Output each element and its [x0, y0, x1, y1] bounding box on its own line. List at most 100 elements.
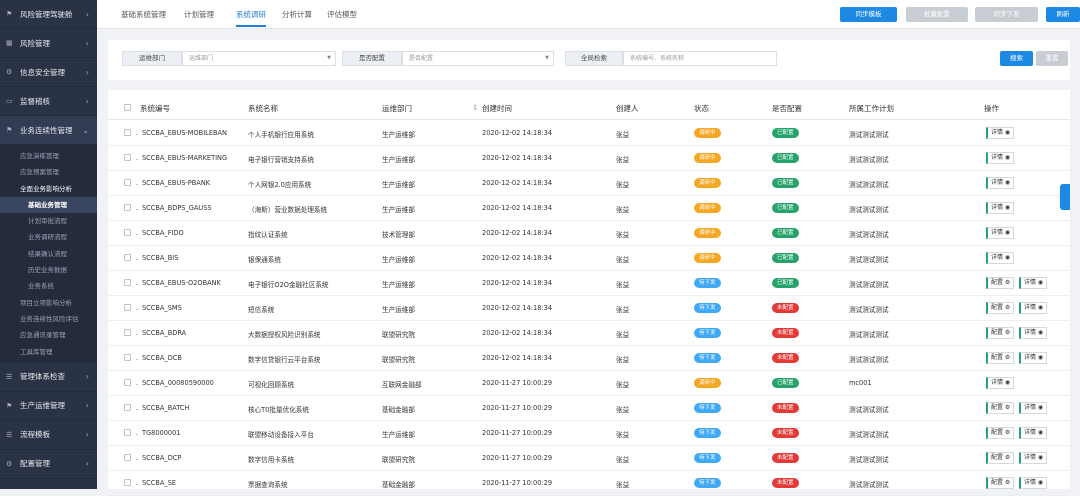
sidebar-subitem[interactable]: 全面业务影响分析 [0, 181, 97, 197]
detail-button[interactable]: 详情 ◉ [1019, 427, 1048, 439]
tab-basic-system[interactable]: 基础系统管理 [121, 9, 166, 20]
row-checkbox[interactable] [124, 454, 131, 461]
detail-button[interactable]: 详情 ◉ [1019, 452, 1048, 464]
detail-button[interactable]: 详情 ◉ [986, 152, 1015, 164]
eye-icon: ◉ [1003, 254, 1011, 261]
detail-button[interactable]: 详情 ◉ [1019, 327, 1048, 339]
sidebar-subitem[interactable]: 计划审批流程 [0, 213, 97, 229]
config-button[interactable]: 配置 ⚙ [986, 427, 1015, 439]
sync-dispatch-button[interactable]: 同步下发 [975, 7, 1038, 22]
row-checkbox[interactable] [124, 304, 131, 311]
cell-plan: 测试测试测试 [849, 431, 889, 439]
refresh-button[interactable]: 刷新 [1046, 7, 1080, 22]
tab-plan[interactable]: 计划管理 [184, 9, 214, 20]
detail-button[interactable]: 详情 ◉ [1019, 402, 1048, 414]
sidebar-subitem[interactable]: 应急通讯录管理 [0, 327, 97, 343]
sidebar-menu-item[interactable]: ⚑ 生产运维管理 › [0, 392, 97, 421]
detail-button[interactable]: 详情 ◉ [986, 252, 1015, 264]
sidebar-menu-item[interactable]: ⚑ 业务连续性管理 ⌄ [0, 116, 97, 145]
table-row: . SCCBA_DCP 数字信用卡系统 联盟研究院 2020-11-27 10:00:2… [108, 446, 1070, 471]
cell-plan: 测试测试测试 [849, 406, 889, 414]
detail-button[interactable]: 详情 ◉ [986, 377, 1015, 389]
detail-button[interactable]: 详情 ◉ [1019, 277, 1048, 289]
sidebar-menu-item[interactable]: ☰ 流程模板 › [0, 421, 97, 450]
detail-button[interactable]: 详情 ◉ [986, 227, 1015, 239]
row-checkbox[interactable] [124, 354, 131, 361]
sidebar-subitem[interactable]: 业务连续性风险评估 [0, 311, 97, 327]
config-button[interactable]: 配置 ⚙ [986, 277, 1015, 289]
sidebar-subitem[interactable]: 应急预案管理 [0, 164, 97, 180]
row-checkbox[interactable] [124, 229, 131, 236]
sync-template-button[interactable]: 同步模板 [840, 7, 897, 22]
config-select[interactable]: 是否配置 ▼ [402, 51, 554, 66]
sort-icon[interactable]: ⇕ [472, 103, 478, 112]
row-checkbox[interactable] [124, 429, 131, 436]
sidebar-subitem[interactable]: 业务调研流程 [0, 229, 97, 245]
row-checkbox[interactable] [124, 404, 131, 411]
flag-icon: ⚑ [6, 126, 13, 134]
row-checkbox[interactable] [124, 479, 131, 486]
row-checkbox[interactable] [124, 329, 131, 336]
search-input[interactable]: 系统编号、系统名称 [623, 51, 777, 66]
detail-button[interactable]: 详情 ◉ [986, 127, 1015, 139]
detail-button[interactable]: 详情 ◉ [986, 177, 1015, 189]
search-button[interactable]: 搜索 [1000, 51, 1033, 66]
sidebar-menu-item[interactable]: ▭ 监督稽核 › [0, 87, 97, 116]
config-button[interactable]: 配置 ⚙ [986, 327, 1015, 339]
row-checkbox[interactable] [124, 379, 131, 386]
cell-plan: 测试测试测试 [849, 456, 889, 464]
sidebar-subitem[interactable]: 项目立项影响分析 [0, 295, 97, 311]
config-button-label: 配置 [991, 329, 1004, 336]
tab-model[interactable]: 评估模型 [327, 9, 357, 20]
config-button[interactable]: 配置 ⚙ [986, 352, 1015, 364]
row-checkbox[interactable] [124, 129, 131, 136]
row-checkbox[interactable] [124, 279, 131, 286]
sidebar-subitem[interactable]: 历史业务数据 [0, 262, 97, 278]
cell-code: SCCBA_BATCH [142, 404, 190, 412]
table-row: . SCCBA_SMS 短信系统 生产运维部 2020-12-02 14:18:34 张益… [108, 296, 1070, 321]
search-input-placeholder: 系统编号、系统名称 [630, 55, 685, 62]
gear-icon: ⚙ [1003, 429, 1011, 436]
sidebar-menu-label: 管理体系检查 [20, 372, 65, 382]
sidebar-subitem[interactable]: 业务系统 [0, 278, 97, 294]
cell-creator: 张益 [616, 306, 630, 314]
sidebar-menu-item[interactable]: ▦ 风险管理 › [0, 29, 97, 58]
sidebar-subitem[interactable]: 结果确认流程 [0, 246, 97, 262]
reset-button[interactable]: 重置 [1036, 51, 1068, 66]
row-checkbox[interactable] [124, 179, 131, 186]
chevron-right-icon: › [85, 372, 89, 382]
batch-config-button[interactable]: 批量配置 [906, 7, 968, 22]
config-button[interactable]: 配置 ⚙ [986, 302, 1015, 314]
sidebar-menu-item[interactable]: ☰ 管理体系检查 › [0, 363, 97, 392]
cell-time: 2020-12-02 14:18:34 [482, 229, 553, 237]
dept-select[interactable]: 运维部门 ▼ [182, 51, 336, 66]
sidebar-subitem[interactable]: 应急演练管理 [0, 148, 97, 164]
sidebar-subitem[interactable]: 工具库管理 [0, 344, 97, 360]
sidebar-menu-item[interactable]: ⚑ 风险管理驾驶舱 › [0, 0, 97, 29]
tab-analysis[interactable]: 分析计算 [282, 9, 312, 20]
settings-tab-icon[interactable] [1060, 184, 1070, 210]
row-checkbox[interactable] [124, 154, 131, 161]
detail-button[interactable]: 详情 ◉ [1019, 302, 1048, 314]
row-checkbox[interactable] [124, 254, 131, 261]
row-checkbox[interactable] [124, 204, 131, 211]
config-button[interactable]: 配置 ⚙ [986, 402, 1015, 414]
detail-button[interactable]: 详情 ◉ [1019, 352, 1048, 364]
detail-button-label: 详情 [991, 204, 1004, 211]
config-button[interactable]: 配置 ⚙ [986, 477, 1015, 489]
sidebar-menu-label: 信息安全管理 [20, 67, 65, 77]
cell-name: 短信系统 [248, 306, 275, 314]
detail-button[interactable]: 详情 ◉ [1019, 477, 1048, 489]
detail-button[interactable]: 详情 ◉ [986, 202, 1015, 214]
sidebar-subitem[interactable]: 基础业务管理 [0, 196, 97, 214]
select-all-checkbox[interactable] [124, 104, 131, 111]
cell-dept: 联盟研究院 [382, 356, 415, 364]
tab-system-research[interactable]: 系统调研 [236, 9, 266, 27]
cell-name: 个人手机银行应用系统 [248, 131, 314, 139]
config-button[interactable]: 配置 ⚙ [986, 452, 1015, 464]
sidebar-menu-item[interactable]: ⚙ 配置管理 › [0, 450, 97, 479]
cell-time: 2020-11-27 10:00:29 [482, 479, 553, 487]
table-row: . SCCBA_BDRA 大数据授权风险识别系统 联盟研究院 2020-12-02 14… [108, 321, 1070, 346]
sidebar-menu-item[interactable]: ⚙ 信息安全管理 › [0, 58, 97, 87]
cell-time: 2020-12-02 14:18:34 [482, 354, 553, 362]
